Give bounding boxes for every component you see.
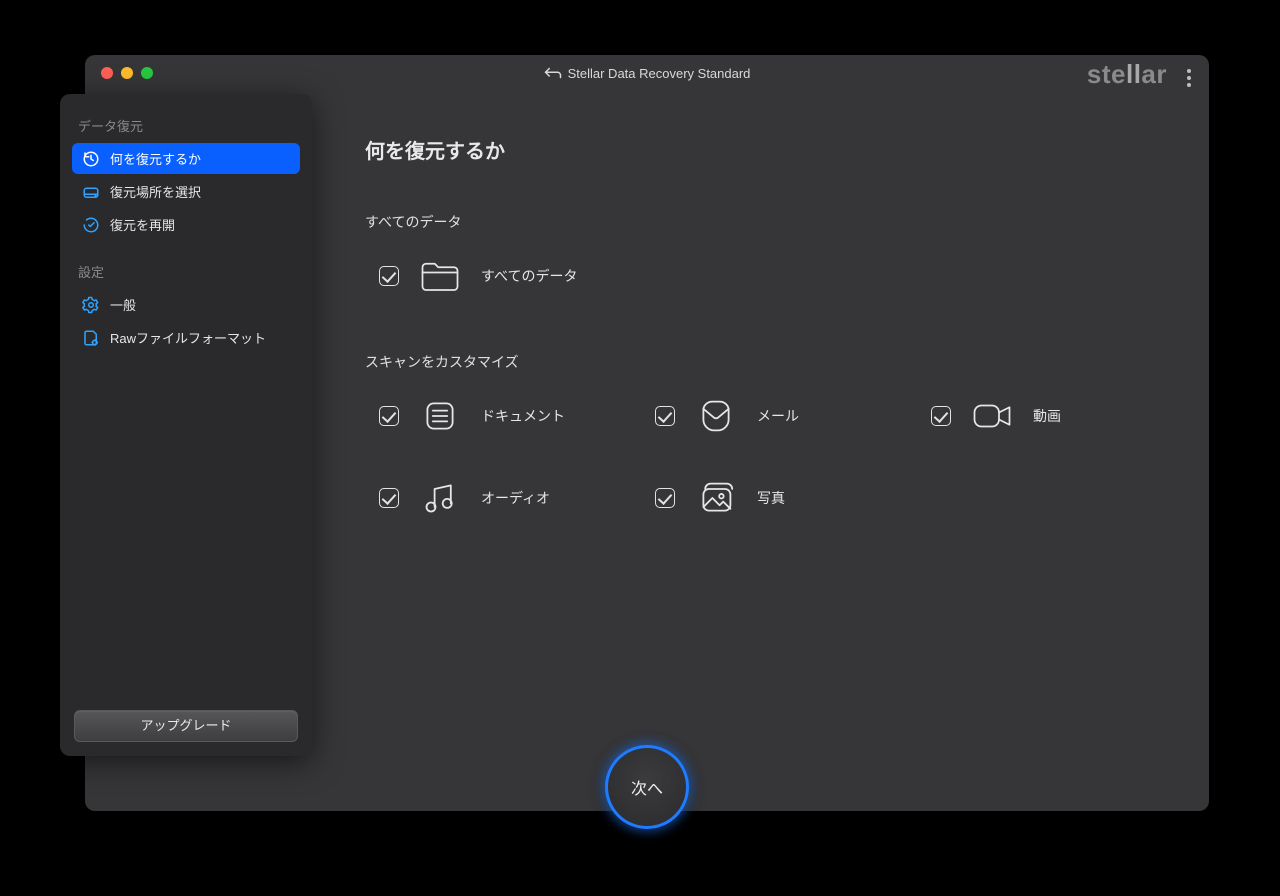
window-title-text: Stellar Data Recovery Standard [568, 66, 751, 81]
upgrade-button-label: アップグレード [140, 718, 231, 733]
type-documents: ドキュメント [379, 398, 655, 434]
section-all-data: すべてのデータ [365, 212, 1179, 232]
page-title: 何を復元するか [365, 135, 1179, 164]
documents-label: ドキュメント [481, 406, 565, 426]
sidebar-section-settings: 設定 [72, 256, 300, 289]
all-data-label: すべてのデータ [481, 266, 577, 286]
emails-checkbox[interactable] [655, 406, 675, 426]
type-audio: オーディオ [379, 480, 655, 516]
sidebar-item-resume-recovery[interactable]: 復元を再開 [72, 209, 300, 240]
resume-icon [82, 216, 100, 234]
section-customize: スキャンをカスタマイズ [365, 352, 1179, 372]
sidebar-item-label: 復元を再開 [110, 215, 175, 234]
next-button-label: 次へ [631, 775, 663, 799]
video-icon [971, 398, 1013, 434]
photo-icon [695, 480, 737, 516]
sidebar-item-label: 一般 [110, 295, 136, 314]
main-content: 何を復元するか すべてのデータ すべてのデータ スキャンをカスタマイズ [365, 135, 1179, 791]
audio-checkbox[interactable] [379, 488, 399, 508]
documents-checkbox[interactable] [379, 406, 399, 426]
sidebar-item-label: Rawファイルフォーマット [110, 328, 266, 347]
restore-icon [82, 150, 100, 168]
back-arrow-icon[interactable] [544, 66, 562, 80]
sidebar-item-label: 何を復元するか [110, 149, 201, 168]
upgrade-button[interactable]: アップグレード [74, 710, 298, 742]
sidebar-item-general[interactable]: 一般 [72, 289, 300, 320]
folder-icon [419, 258, 461, 294]
file-gear-icon [82, 329, 100, 347]
audio-icon [419, 480, 461, 516]
all-data-checkbox[interactable] [379, 266, 399, 286]
sidebar-item-select-location[interactable]: 復元場所を選択 [72, 176, 300, 207]
photos-label: 写真 [757, 488, 785, 508]
titlebar: Stellar Data Recovery Standard stellar [85, 55, 1209, 91]
window-title: Stellar Data Recovery Standard [85, 66, 1209, 81]
photos-checkbox[interactable] [655, 488, 675, 508]
sidebar-item-raw-format[interactable]: Rawファイルフォーマット [72, 322, 300, 353]
audio-label: オーディオ [481, 488, 550, 508]
type-photos: 写真 [655, 480, 931, 516]
type-emails: メール [655, 398, 931, 434]
sidebar-section-recovery: データ復元 [72, 110, 300, 143]
sidebar-item-label: 復元場所を選択 [110, 182, 201, 201]
more-menu-button[interactable] [1183, 65, 1195, 91]
drive-icon [82, 183, 100, 201]
emails-label: メール [757, 406, 799, 426]
sidebar-item-what-to-recover[interactable]: 何を復元するか [72, 143, 300, 174]
videos-label: 動画 [1033, 406, 1061, 426]
sidebar: データ復元 何を復元するか 復元場所を選択 復元を再開 設定 一般 [60, 94, 312, 756]
gear-icon [82, 296, 100, 314]
videos-checkbox[interactable] [931, 406, 951, 426]
type-grid: ドキュメント メール [379, 398, 1179, 516]
document-icon [419, 398, 461, 434]
all-data-row: すべてのデータ [379, 258, 1179, 294]
type-videos: 動画 [931, 398, 1207, 434]
brand-logo: stellar [1087, 59, 1167, 90]
next-button[interactable]: 次へ [605, 745, 689, 829]
mail-icon [695, 398, 737, 434]
